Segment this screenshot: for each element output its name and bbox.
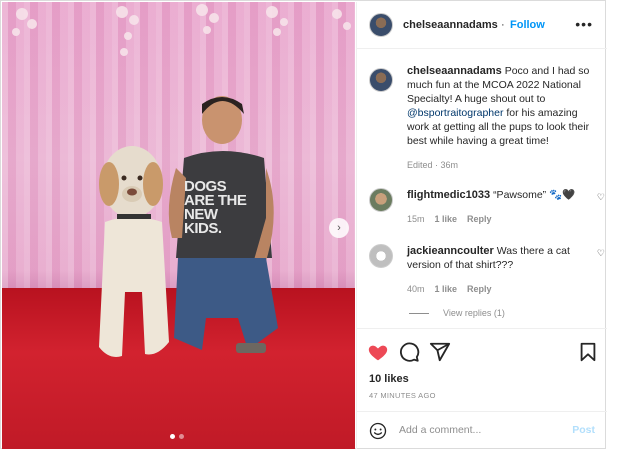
comment-username[interactable]: flightmedic1033 <box>407 189 490 201</box>
post-photo[interactable]: DOGS ARE THE NEW KIDS. › <box>2 2 355 449</box>
header-separator: · <box>501 19 505 31</box>
caption-meta: Edited · 36m <box>407 160 459 170</box>
comment-body: “Pawsome” 🐾🖤 <box>493 189 576 201</box>
shirt-text: DOGS ARE THE NEW KIDS. <box>184 178 247 237</box>
flower-garland <box>12 4 351 56</box>
reply-button[interactable]: Reply <box>467 214 492 224</box>
bookmark-icon[interactable] <box>577 341 599 363</box>
share-icon[interactable] <box>429 341 451 363</box>
carousel-indicator <box>170 434 184 439</box>
comment-like-icon[interactable]: ♡ <box>597 192 605 203</box>
post-details-pane: chelseaannadams · Follow ••• chelseaanna… <box>356 2 607 449</box>
chevron-right-icon: › <box>337 222 341 234</box>
comment-icon[interactable] <box>398 341 420 363</box>
comment-text: jackieanncoulter Was there a cat version… <box>407 244 587 272</box>
comment-avatar[interactable] <box>369 188 393 212</box>
author-avatar[interactable] <box>369 13 393 37</box>
post-timestamp: 47 MINUTES AGO <box>369 391 436 400</box>
carousel-dot-2 <box>179 434 184 439</box>
emoji-icon[interactable] <box>369 422 387 440</box>
comment-meta: 15m 1 like Reply <box>407 214 492 224</box>
comment-like-icon[interactable]: ♡ <box>597 248 605 259</box>
likes-count[interactable]: 10 likes <box>369 373 409 385</box>
carousel-dot-1 <box>170 434 175 439</box>
replies-divider <box>409 312 429 314</box>
caption-username[interactable]: chelseaannadams <box>407 65 502 77</box>
add-comment-bar: Post <box>357 411 607 450</box>
comment-time: 15m <box>407 214 425 224</box>
author-username[interactable]: chelseaannadams <box>403 19 498 31</box>
comment-text: flightmedic1033 “Pawsome” 🐾🖤 <box>407 188 587 202</box>
comment-likes[interactable]: 1 like <box>435 214 458 224</box>
post-comment-button[interactable]: Post <box>572 424 595 436</box>
more-icon[interactable]: ••• <box>575 16 593 32</box>
carousel-next-button[interactable]: › <box>329 218 349 238</box>
comment-input[interactable] <box>397 423 561 437</box>
heart-icon[interactable] <box>367 341 389 363</box>
view-replies-label: View replies (1) <box>443 308 505 318</box>
post-modal: DOGS ARE THE NEW KIDS. › chelseaannadams… <box>0 0 607 449</box>
comment-likes[interactable]: 1 like <box>435 284 458 294</box>
caption-avatar[interactable] <box>369 68 393 92</box>
comment-username[interactable]: jackieanncoulter <box>407 245 494 257</box>
follow-button[interactable]: Follow <box>510 19 545 31</box>
post-actions: 10 likes 47 MINUTES AGO Post <box>357 328 607 449</box>
reply-button[interactable]: Reply <box>467 284 492 294</box>
view-replies-button[interactable]: View replies (1) <box>409 308 505 318</box>
comment-meta: 40m 1 like Reply <box>407 284 492 294</box>
caption-text: chelseaannadams Poco and I had so much f… <box>407 64 602 172</box>
caption-mention[interactable]: @bsportraitographer <box>407 107 503 119</box>
comment-time: 40m <box>407 284 425 294</box>
comment-avatar[interactable] <box>369 244 393 268</box>
post-header: chelseaannadams · Follow ••• <box>357 2 607 49</box>
